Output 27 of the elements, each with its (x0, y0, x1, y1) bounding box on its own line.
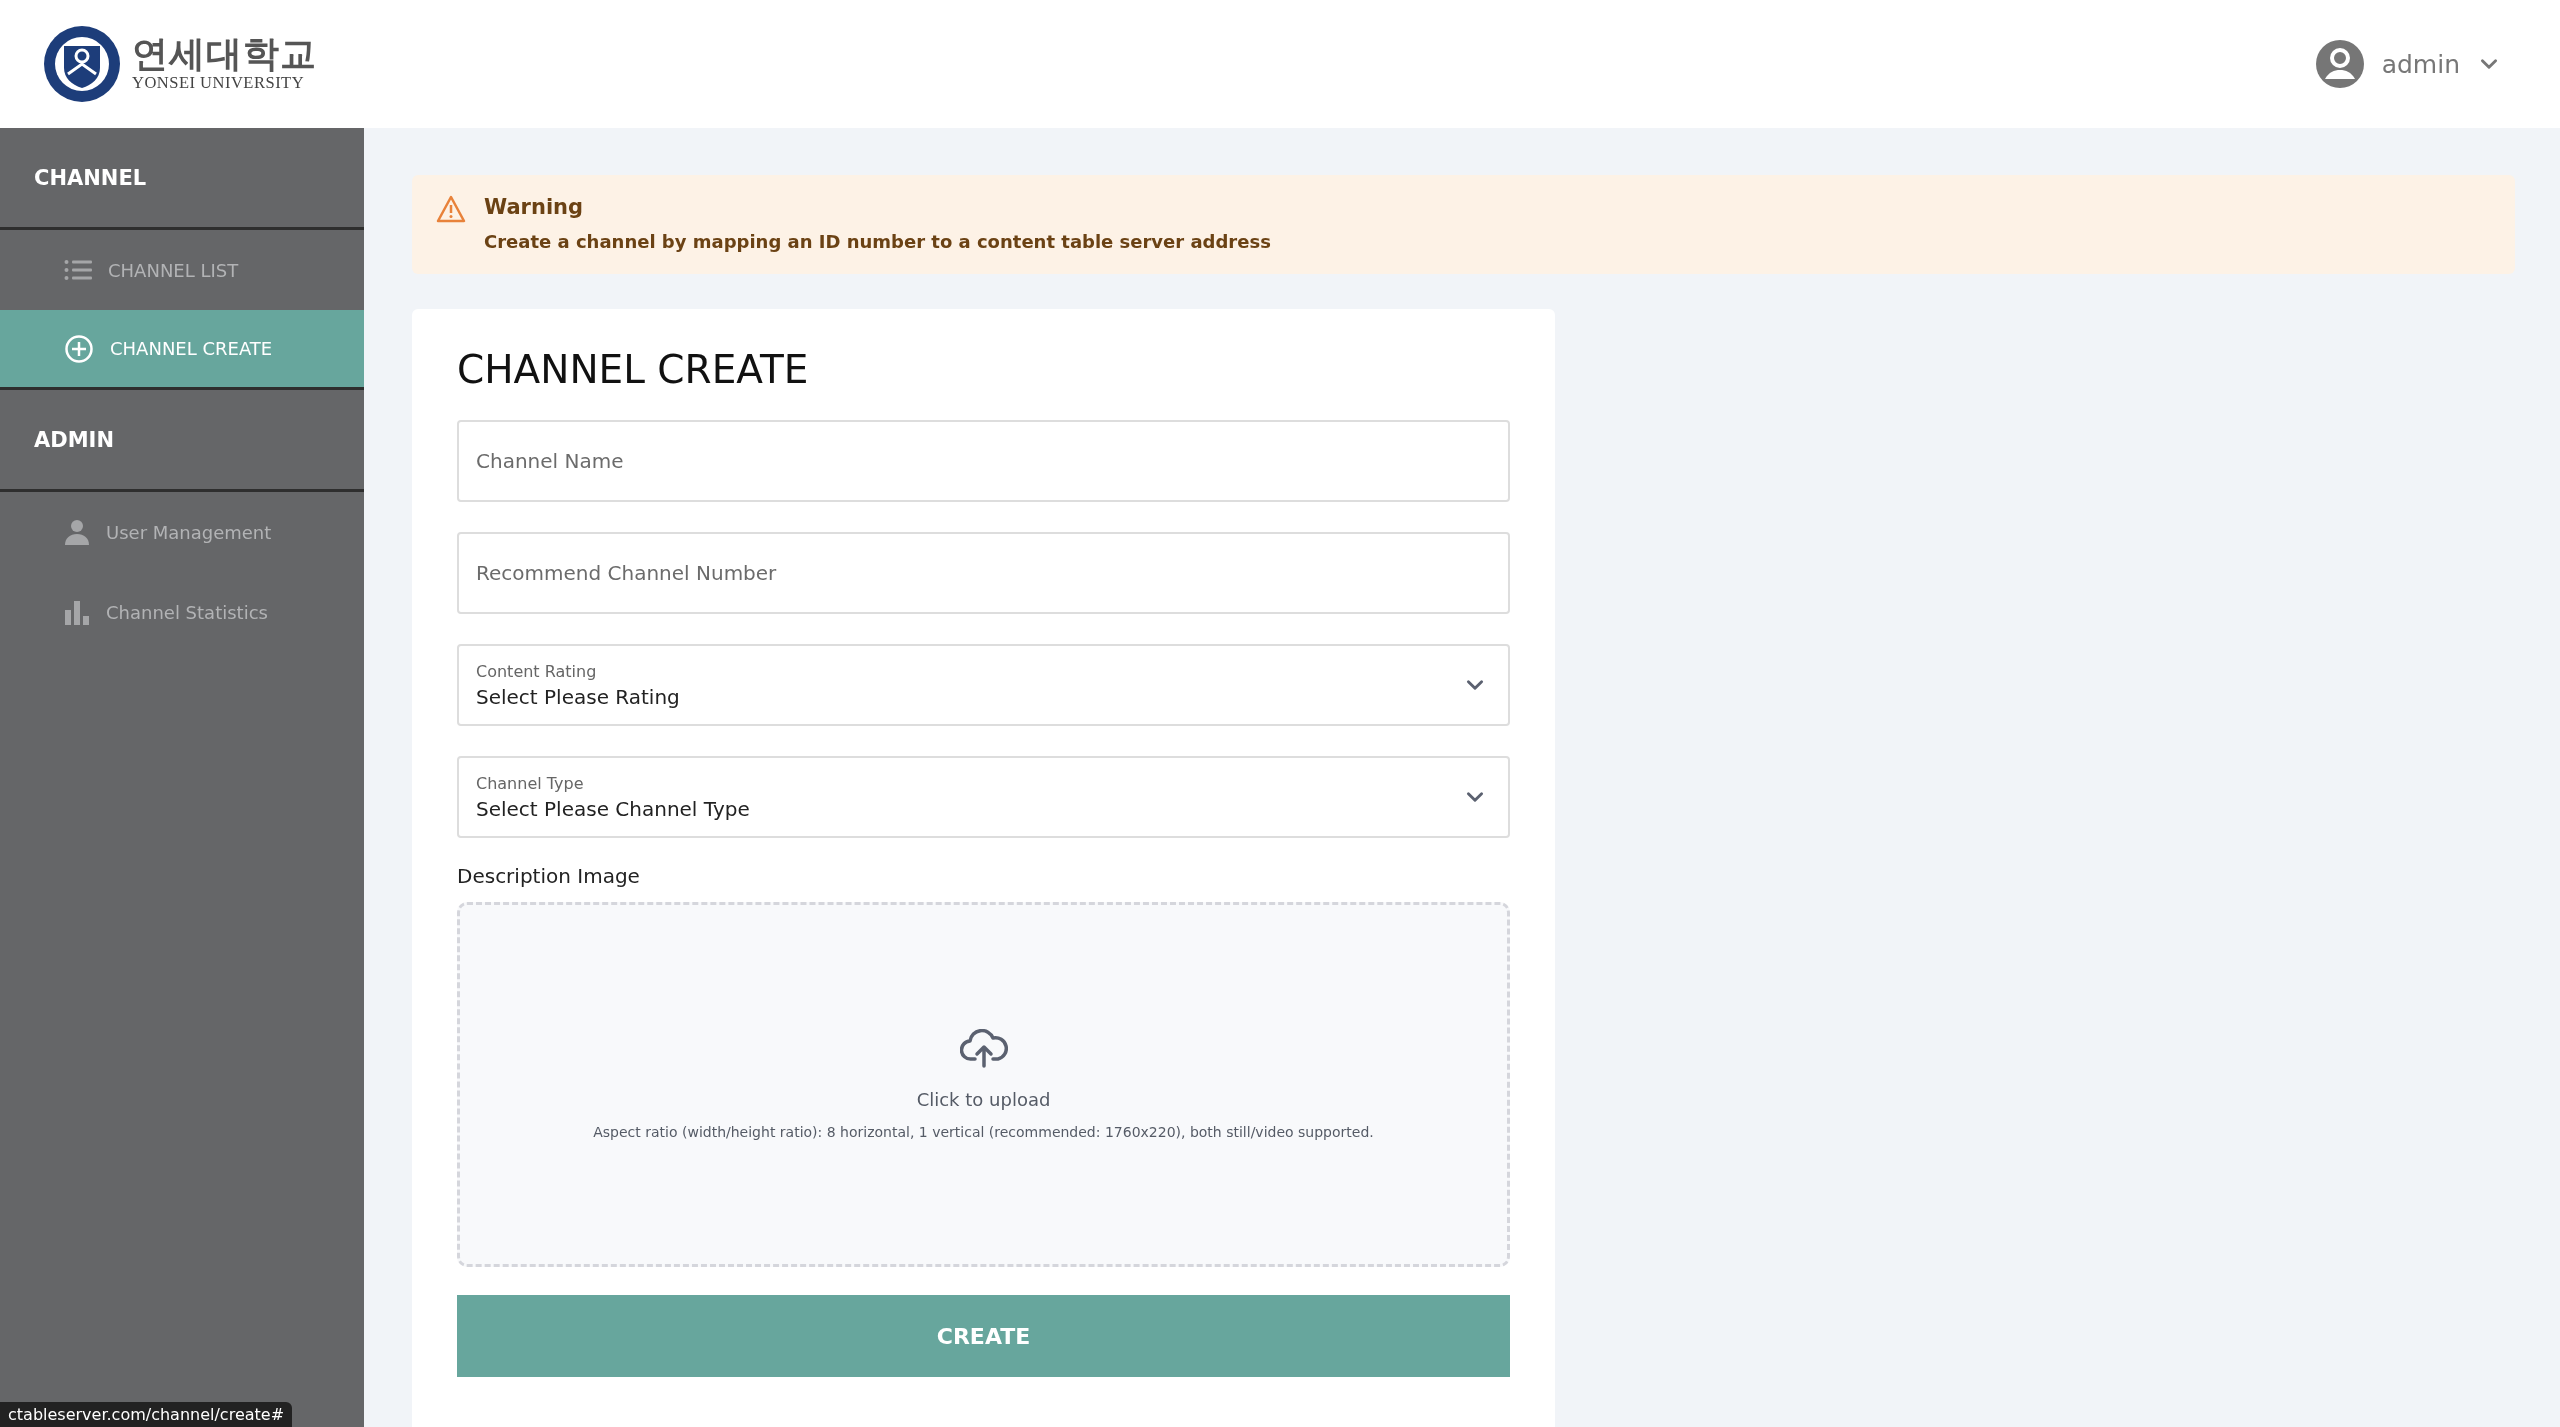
plus-circle-icon (64, 333, 94, 364)
sidebar-section-title: ADMIN (0, 390, 364, 492)
sidebar-item[interactable]: User Management (0, 492, 364, 572)
sidebar-section-title: CHANNEL (0, 128, 364, 230)
text-input-field[interactable]: Channel Name (457, 420, 1510, 502)
page-title: CHANNEL CREATE (457, 347, 810, 392)
status-bar-url: ctableserver.com/channel/create# (0, 1402, 293, 1427)
warning-icon (436, 195, 466, 223)
avatar-icon (2315, 40, 2364, 88)
sidebar-item[interactable]: Channel Statistics (0, 572, 364, 652)
sidebar-item[interactable]: CHANNEL LIST (0, 230, 364, 310)
upload-dropzone[interactable]: Click to upload Aspect ratio (width/height ratio): 8 horizontal, 1 vertical (recommended: 1760x220), both still/video supported. (457, 902, 1510, 1267)
user-menu[interactable]: admin (2311, 36, 2504, 92)
list-icon (64, 259, 92, 281)
select-field[interactable]: Channel Type Select Please Channel Type (457, 756, 1510, 838)
person-icon (64, 519, 90, 545)
create-button[interactable]: CREATE (457, 1295, 1510, 1377)
select-field[interactable]: Content Rating Select Please Rating (457, 644, 1510, 726)
warning-title: Warning (484, 195, 585, 219)
upload-label: Description Image (457, 864, 641, 888)
cloud-upload-icon (959, 1029, 1008, 1069)
warning-message: Create a channel by mapping an ID number to a content table server address (484, 231, 1271, 252)
sidebar-item[interactable]: CHANNEL CREATE (0, 310, 364, 390)
logo-english-text: YONSEI UNIVERSITY (132, 72, 306, 93)
logo-korean-text: 연세대학교 (132, 35, 317, 73)
bar-chart-icon (64, 599, 90, 625)
text-input-field[interactable]: Recommend Channel Number (457, 532, 1510, 614)
